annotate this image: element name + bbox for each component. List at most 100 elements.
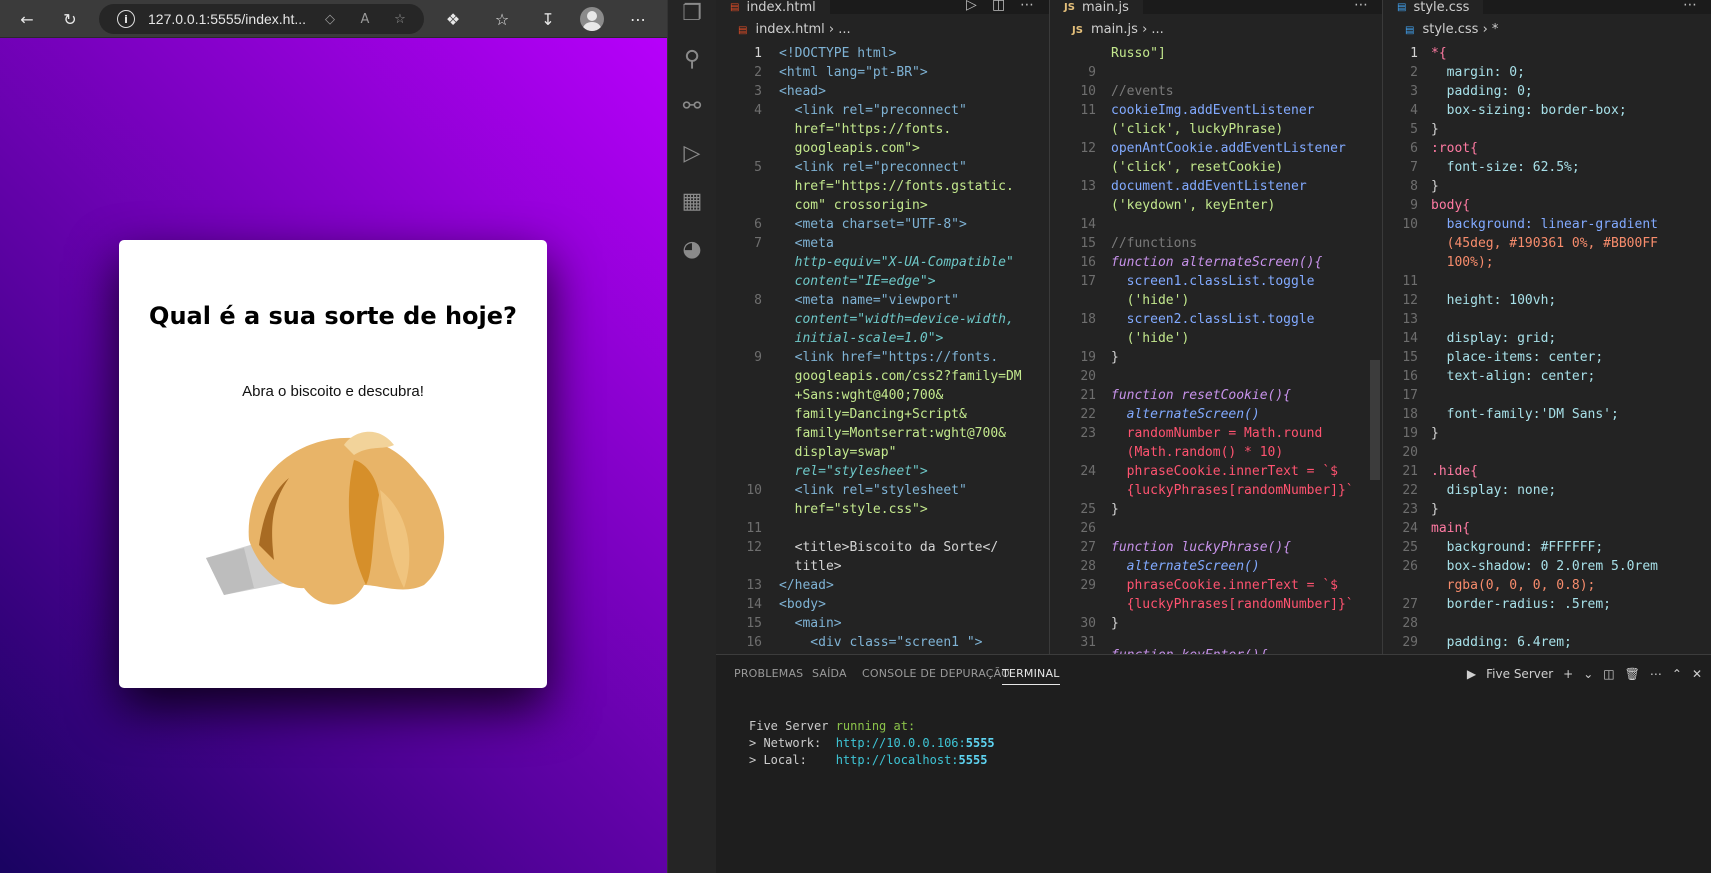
line-number: 25 bbox=[1080, 502, 1096, 517]
terminal-line: Five Server running at: bbox=[749, 718, 915, 735]
breadcrumb-file: main.js bbox=[1090, 22, 1138, 37]
code-line: margin: 0; bbox=[1431, 65, 1525, 80]
line-number: 22 bbox=[1402, 483, 1418, 498]
url-text[interactable]: 127.0.0.1:5555/index.ht... bbox=[148, 11, 306, 27]
edge-devtools-icon[interactable]: ◕ bbox=[668, 226, 716, 272]
run-icon[interactable]: ▷ bbox=[966, 0, 977, 13]
more-actions-icon[interactable]: ⋯ bbox=[1683, 0, 1697, 13]
tab-style-css[interactable]: ▤ style.css bbox=[1383, 0, 1484, 14]
code-line: body{ bbox=[1431, 198, 1471, 213]
code-line: ('click', luckyPhrase) bbox=[1111, 122, 1284, 137]
terminal-link[interactable]: http://10.0.0.106: bbox=[836, 736, 966, 750]
tab-terminal[interactable]: TERMINAL bbox=[1002, 667, 1060, 685]
terminal-text: running at: bbox=[835, 719, 916, 733]
search-icon[interactable]: ⚲ bbox=[668, 36, 716, 82]
breadcrumb[interactable]: JS main.js › ... bbox=[1072, 22, 1164, 42]
code-line: phraseCookie.innerText = `$ bbox=[1111, 578, 1338, 593]
code-line: background: linear-gradient bbox=[1431, 217, 1658, 232]
extensions-icon[interactable]: ❖ bbox=[438, 4, 468, 34]
close-icon[interactable]: ✕ bbox=[1692, 667, 1702, 681]
site-info-icon[interactable]: i bbox=[117, 10, 135, 28]
line-number: 7 bbox=[754, 236, 762, 251]
line-number: 28 bbox=[1402, 616, 1418, 631]
line-number: 10 bbox=[746, 483, 762, 498]
code-line: } bbox=[1111, 502, 1119, 517]
vertical-scrollbar-thumb[interactable] bbox=[1370, 360, 1380, 480]
code-line: screen1.classList.toggle bbox=[1111, 274, 1315, 289]
code-line: main{ bbox=[1431, 521, 1471, 536]
code-line: 100%); bbox=[1431, 255, 1494, 270]
profile-avatar[interactable] bbox=[580, 7, 604, 31]
code-line: } bbox=[1431, 426, 1439, 441]
run-debug-icon[interactable]: ▷ bbox=[668, 130, 716, 176]
breadcrumb[interactable]: ▤ index.html › ... bbox=[738, 22, 851, 42]
line-number: 17 bbox=[1080, 274, 1096, 289]
split-editor-icon[interactable]: ◫ bbox=[992, 0, 1005, 13]
code-line: function keyEnter(){ bbox=[1111, 646, 1268, 654]
add-favorite-icon[interactable]: ☆ bbox=[387, 4, 413, 34]
code-line: </head> bbox=[779, 578, 834, 593]
tab-index-html[interactable]: ▤ index.html bbox=[716, 0, 830, 14]
line-number: 21 bbox=[1080, 388, 1096, 403]
terminal-selector[interactable]: Five Server bbox=[1486, 667, 1553, 681]
code-area[interactable]: 9 10 11 12 13 14 15 16 17 18 19 20 21 22… bbox=[1050, 44, 1382, 654]
code-area[interactable]: 1 2 3 4 5 6 7 8 9 10 11 12 13 14 15 16 1… bbox=[1383, 44, 1711, 654]
line-number: 29 bbox=[1080, 578, 1096, 593]
breadcrumb[interactable]: ▤ style.css › * bbox=[1405, 22, 1498, 42]
line-number: 8 bbox=[1410, 179, 1418, 194]
address-bar[interactable]: i 127.0.0.1:5555/index.ht... ◇ A ☆ bbox=[99, 4, 424, 34]
favorites-icon[interactable]: ☆ bbox=[487, 4, 517, 34]
code-line: family=Dancing+Script& bbox=[779, 407, 967, 422]
line-number: 2 bbox=[1410, 65, 1418, 80]
back-icon[interactable]: ← bbox=[12, 4, 42, 34]
trash-icon[interactable]: 🗑 bbox=[1625, 667, 1640, 681]
html-file-icon: ▤ bbox=[738, 25, 748, 36]
line-number: 14 bbox=[746, 597, 762, 612]
code-line: rel="stylesheet"> bbox=[779, 464, 928, 479]
line-number: 29 bbox=[1402, 635, 1418, 650]
code-line: randomNumber = Math.round bbox=[1111, 426, 1323, 441]
code-line: ('click', resetCookie) bbox=[1111, 160, 1284, 175]
explorer-icon[interactable]: ❐ bbox=[668, 0, 716, 36]
chevron-down-icon[interactable]: ⌄ bbox=[1583, 667, 1593, 681]
code-line: padding: 0; bbox=[1431, 84, 1533, 99]
tab-debug-console[interactable]: CONSOLE DE DEPURAÇÃO bbox=[862, 667, 1010, 680]
code-line: .hide{ bbox=[1431, 464, 1478, 479]
code-line: {luckyPhrases[randomNumber]}` bbox=[1111, 483, 1354, 498]
source-control-icon[interactable]: ⚯ bbox=[668, 83, 716, 129]
code-line: display: grid; bbox=[1431, 331, 1557, 346]
code-area[interactable]: 1 2 3 4 5 6 7 8 9 10 11 12 13 14 15 16 <… bbox=[716, 44, 1049, 654]
more-actions-icon[interactable]: ⋯ bbox=[1020, 0, 1034, 13]
terminal-line: > Network: http://10.0.0.106:5555 bbox=[749, 735, 995, 752]
refresh-icon[interactable]: ↻ bbox=[55, 4, 85, 34]
editor-group-main-js: JS main.js ⋯ JS main.js › ... 9 10 11 12 1… bbox=[1050, 0, 1382, 654]
maximize-panel-icon[interactable]: ⌃ bbox=[1672, 667, 1682, 681]
split-terminal-icon[interactable]: ◫ bbox=[1603, 667, 1614, 681]
line-number: 23 bbox=[1402, 502, 1418, 517]
breadcrumb-file: style.css bbox=[1422, 22, 1479, 37]
code-line: //events bbox=[1111, 84, 1174, 99]
new-terminal-icon[interactable]: + bbox=[1563, 667, 1573, 681]
tag-icon[interactable]: ◇ bbox=[317, 4, 343, 34]
tab-output[interactable]: SAÍDA bbox=[812, 667, 847, 680]
code-line: (Math.random() * 10) bbox=[1111, 445, 1284, 460]
code-editor-window: ❐ ⚲ ⚯ ▷ ▦ ◕ ▤ index.html ▷ ◫ ⋯ ▤ index.htm… bbox=[667, 0, 1711, 873]
downloads-icon[interactable]: ↧ bbox=[533, 4, 563, 34]
tab-problems[interactable]: PROBLEMAS bbox=[734, 667, 803, 680]
more-actions-icon[interactable]: ⋯ bbox=[1354, 0, 1368, 13]
read-aloud-icon[interactable]: A bbox=[352, 4, 378, 34]
browser-toolbar: ← ↻ i 127.0.0.1:5555/index.ht... ◇ A ☆ ❖… bbox=[0, 0, 667, 38]
tab-main-js[interactable]: JS main.js bbox=[1050, 0, 1143, 14]
terminal-link[interactable]: http://localhost: bbox=[836, 753, 959, 767]
line-number: 13 bbox=[746, 578, 762, 593]
extensions-icon[interactable]: ▦ bbox=[668, 178, 716, 224]
code-line: display=swap" bbox=[779, 445, 897, 460]
more-icon[interactable]: ⋯ bbox=[623, 4, 653, 34]
fortune-cookie-image[interactable] bbox=[204, 420, 454, 620]
line-number: 30 bbox=[1080, 616, 1096, 631]
more-actions-icon[interactable]: ⋯ bbox=[1650, 667, 1662, 681]
line-number: 5 bbox=[1410, 122, 1418, 137]
code-line: } bbox=[1111, 616, 1119, 631]
fortune-card: Qual é a sua sorte de hoje? Abra o bisco… bbox=[119, 240, 547, 688]
line-number: 9 bbox=[1088, 65, 1096, 80]
